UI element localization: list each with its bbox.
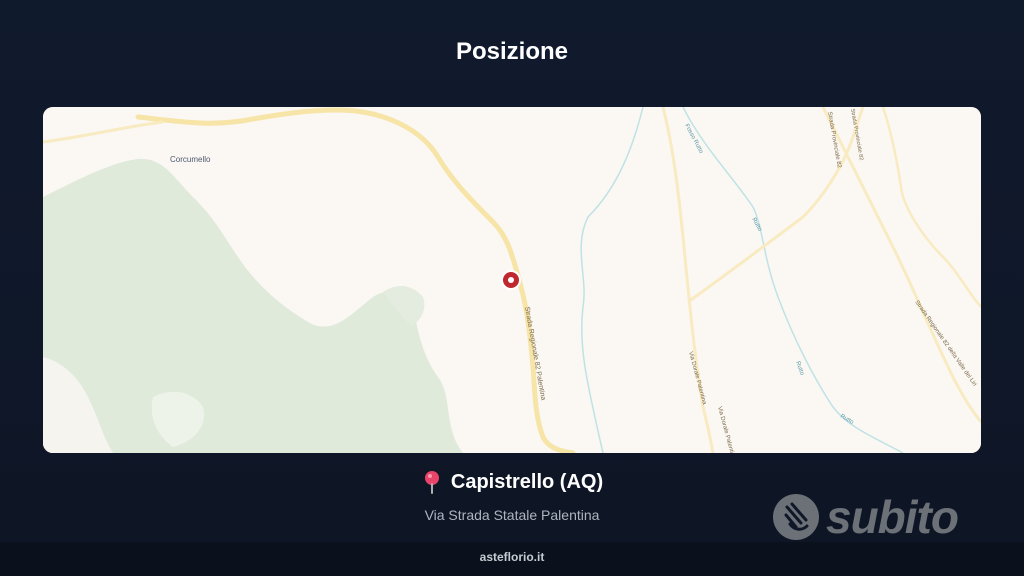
subito-logo: subito xyxy=(772,490,959,544)
page-title: Posizione xyxy=(455,38,569,65)
map-canvas: Corcumello Strada Regionale 82 Palentina… xyxy=(43,107,981,453)
footer-site-link[interactable]: asteflorio.it xyxy=(480,550,545,564)
location-name: Capistrello (AQ) xyxy=(450,470,604,493)
subito-logo-text: subito xyxy=(826,491,959,543)
label-corcumello: Corcumello xyxy=(170,155,211,164)
location-map[interactable]: Corcumello Strada Regionale 82 Palentina… xyxy=(43,107,981,453)
location-marker[interactable] xyxy=(501,270,521,290)
map-pin-icon xyxy=(424,471,439,494)
footer: asteflorio.it xyxy=(0,542,1024,576)
subito-logo-icon xyxy=(773,494,819,540)
